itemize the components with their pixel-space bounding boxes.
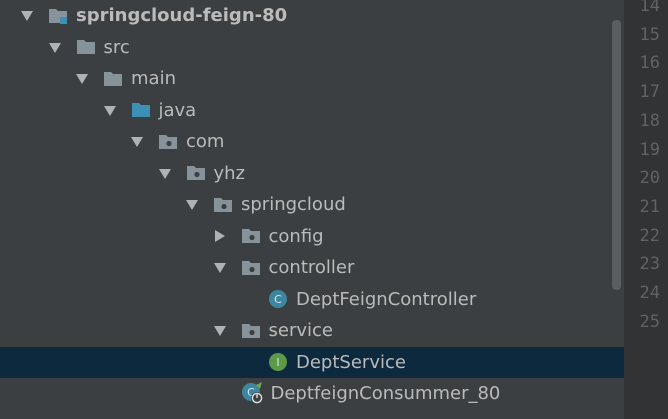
tree-node-label: service [268, 320, 333, 341]
interface-icon: I [268, 352, 288, 372]
tree-node-label: main [131, 68, 176, 89]
expand-arrow-down-icon[interactable] [131, 137, 143, 147]
line-number: 18 [639, 110, 660, 131]
module-folder-icon [48, 6, 68, 26]
project-tree: springcloud-feign-80 src main java com yhz spr… [0, 0, 624, 419]
tree-node-label: com [186, 131, 225, 152]
package-icon [186, 163, 206, 183]
expand-arrow-down-icon[interactable] [76, 74, 88, 84]
tree-node-label: DeptFeignController [296, 288, 477, 310]
tree-node[interactable]: src [0, 32, 624, 64]
package-icon [241, 321, 261, 341]
line-number: 24 [639, 283, 660, 303]
tree-node-label: springcloud-feign-80 [76, 5, 288, 26]
tree-node[interactable]: C DeptFeignController [0, 284, 624, 316]
tree-node-label: DeptfeignConsummer_80 [270, 383, 501, 404]
expand-arrow-down-icon[interactable] [21, 11, 33, 21]
ide-window: springcloud-feign-80 src main java com yhz spr… [0, 0, 668, 419]
tree-node-label: controller [268, 257, 355, 278]
svg-text:C: C [274, 293, 282, 306]
folder-icon [76, 37, 96, 57]
line-number: 25 [639, 311, 660, 332]
line-number: 14 [639, 0, 660, 16]
expand-arrow-down-icon[interactable] [158, 168, 171, 179]
tree-node[interactable]: springcloud-feign-80 [0, 0, 624, 32]
editor-line-gutter: 14 15 16 17 18 19 20 21 22 23 24 25 [624, 0, 668, 419]
line-number: 21 [639, 196, 660, 217]
tree-node[interactable]: C DeptfeignConsummer_80 [0, 378, 624, 410]
line-number: 23 [639, 254, 660, 275]
source-folder-icon [131, 100, 151, 120]
tree-node[interactable]: main [0, 63, 624, 95]
tree-node-label: config [268, 225, 324, 247]
package-icon [241, 226, 261, 246]
tree-node-label: java [158, 99, 197, 121]
line-number: 16 [639, 53, 660, 74]
package-icon [241, 258, 261, 278]
tree-node[interactable]: service [0, 315, 624, 347]
expand-arrow-down-icon[interactable] [103, 105, 116, 116]
tree-node[interactable]: com [0, 126, 624, 158]
expand-arrow-down-icon[interactable] [186, 200, 198, 210]
tree-node[interactable]: controller [0, 252, 624, 284]
line-number: 17 [639, 82, 660, 103]
line-number: 19 [639, 139, 660, 160]
tree-node-label: yhz [213, 162, 246, 184]
spring-boot-class-icon: C [241, 381, 263, 404]
expand-arrow-down-icon[interactable] [48, 42, 61, 53]
package-icon [213, 195, 233, 215]
tree-scrollbar-thumb[interactable] [612, 20, 621, 290]
expand-arrow-right-icon[interactable] [214, 230, 225, 242]
class-icon: C [268, 289, 288, 309]
package-icon [158, 132, 178, 152]
tree-node[interactable]: yhz [0, 158, 624, 190]
expand-arrow-down-icon[interactable] [213, 326, 226, 336]
tree-node-label: DeptService [296, 351, 406, 373]
folder-icon [103, 69, 123, 89]
tree-node-label: src [103, 36, 130, 58]
tree-node[interactable]: config [0, 221, 624, 253]
tree-node[interactable]: java [0, 95, 624, 127]
tree-node[interactable]: I DeptService [0, 346, 624, 378]
line-number: 20 [639, 168, 660, 189]
tree-node-label: springcloud [241, 194, 346, 215]
expand-arrow-down-icon[interactable] [213, 263, 226, 273]
line-number: 22 [639, 225, 660, 246]
tree-node[interactable]: springcloud [0, 189, 624, 221]
svg-text:I: I [276, 356, 279, 369]
line-number: 15 [639, 24, 660, 45]
